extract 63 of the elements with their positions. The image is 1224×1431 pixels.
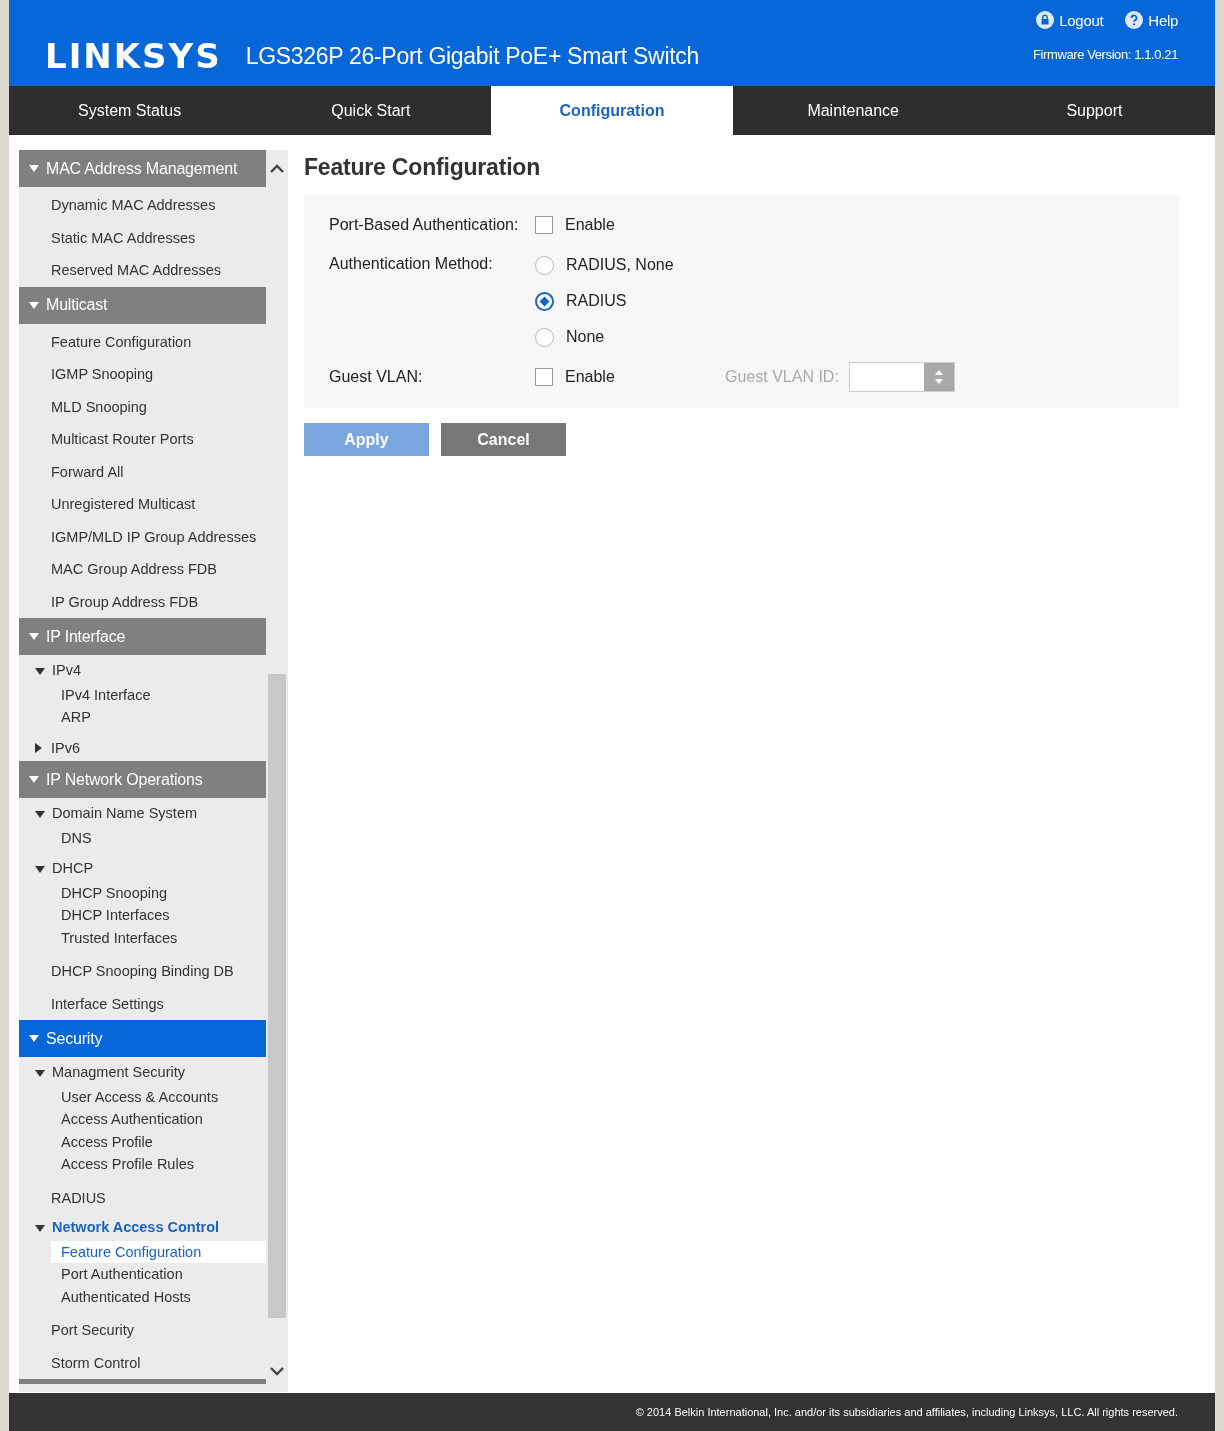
sidebar-item[interactable]: Port Security [19,1314,266,1347]
option-label: None [566,328,605,346]
sidebar-item[interactable]: IGMP/MLD IP Group Addresses [19,520,266,553]
section-header[interactable]: IP Network Operations [19,761,266,798]
field-label: Authentication Method: [329,254,494,273]
nav-tab[interactable]: Quick Start [250,86,492,135]
logo: LINKSYS [45,36,222,76]
sidebar-subitem[interactable]: Port Authentication [51,1263,266,1286]
sidebar-item[interactable]: Multicast Router Ports [19,423,266,456]
sidebar-item[interactable]: Reserved MAC Addresses [19,254,266,287]
option-label: RADIUS [566,292,627,310]
section-header[interactable]: IP Interface [19,618,266,655]
sidebar-subitem[interactable]: ARP [51,706,266,729]
copyright-text: © 2014 Belkin International, Inc. and/or its subsidiaries and affiliates, including Linksys, LLC. All rights reserved. [635,1406,1178,1418]
section-header[interactable]: Multicast [19,286,266,324]
field-label: Guest VLAN: [329,368,424,386]
product-title: LGS326P 26-Port Gigabit PoE+ Smart Switch [245,42,699,70]
sidebar-group[interactable]: DHCP [19,855,266,882]
sidebar-subitem[interactable]: DHCP Snooping [51,881,266,904]
sidebar-item[interactable]: Unregistered Multicast [19,488,266,521]
sidebar-subitem[interactable]: DHCP Interfaces [51,904,266,927]
nav-tab[interactable]: Maintenance [732,86,974,135]
sidebar-subitem[interactable]: Access Profile [51,1130,266,1153]
section-header[interactable]: Security [19,1020,266,1057]
logout-link[interactable]: Logout [1036,11,1104,29]
cancel-button[interactable]: Cancel [441,423,566,456]
sidebar-subitem[interactable]: IPv4 Interface [51,683,266,706]
nav-tab[interactable]: Configuration [491,86,733,135]
sidebar-item[interactable]: Static MAC Addresses [19,221,266,254]
option-label: Enable [565,368,615,386]
sidebar-item[interactable]: IP Group Address FDB [19,585,266,618]
sidebar-item[interactable]: Forward All [19,455,266,488]
nav-tab[interactable]: Support [973,86,1215,135]
sidebar-subitem[interactable]: Access Authentication [51,1108,266,1131]
sidebar-item[interactable]: MAC Group Address FDB [19,553,266,586]
sidebar-item[interactable]: IGMP Snooping [19,358,266,391]
sidebar-item[interactable]: Dynamic MAC Addresses [19,189,266,222]
sidebar-group[interactable]: Network Access Control [19,1214,266,1241]
nav-tab[interactable]: System Status [9,86,251,135]
sidebar-group[interactable]: IPv4 [19,657,266,684]
sidebar-subitem[interactable]: Access Profile Rules [51,1153,266,1176]
page-title: Feature Configuration [304,154,542,181]
sidebar-group[interactable]: Domain Name System [19,800,266,827]
sidebar-item[interactable]: Storm Control [19,1346,266,1379]
field-label: Guest VLAN ID: [725,368,839,386]
sidebar-subitem[interactable]: Trusted Interfaces [51,926,266,949]
sidebar-subitem[interactable]: User Access & Accounts [51,1085,266,1108]
field-label: Port-Based Authentication: [329,216,520,234]
sidebar-subitem[interactable]: Feature Configuration [51,1240,266,1263]
option-label: Enable [565,216,615,234]
sidebar-group[interactable]: IPv6 [19,734,266,761]
firmware-version: Firmware Version: 1.1.0.21 [1033,47,1178,62]
sidebar-subitem[interactable]: DNS [51,826,266,849]
sidebar-item[interactable]: Feature Configuration [19,325,266,358]
section-header[interactable]: MAC Address Management [19,150,266,187]
sidebar-item[interactable]: DHCP Snooping Binding DB [19,955,266,988]
option-label: RADIUS, None [566,256,674,274]
sidebar-subitem[interactable]: Authenticated Hosts [51,1285,266,1308]
help-link[interactable]: Help [1125,11,1178,29]
sidebar-item[interactable]: MLD Snooping [19,390,266,423]
sidebar-item[interactable]: RADIUS [19,1181,266,1214]
sidebar-group[interactable]: Managment Security [19,1059,266,1086]
sidebar-item[interactable]: Interface Settings [19,987,266,1020]
